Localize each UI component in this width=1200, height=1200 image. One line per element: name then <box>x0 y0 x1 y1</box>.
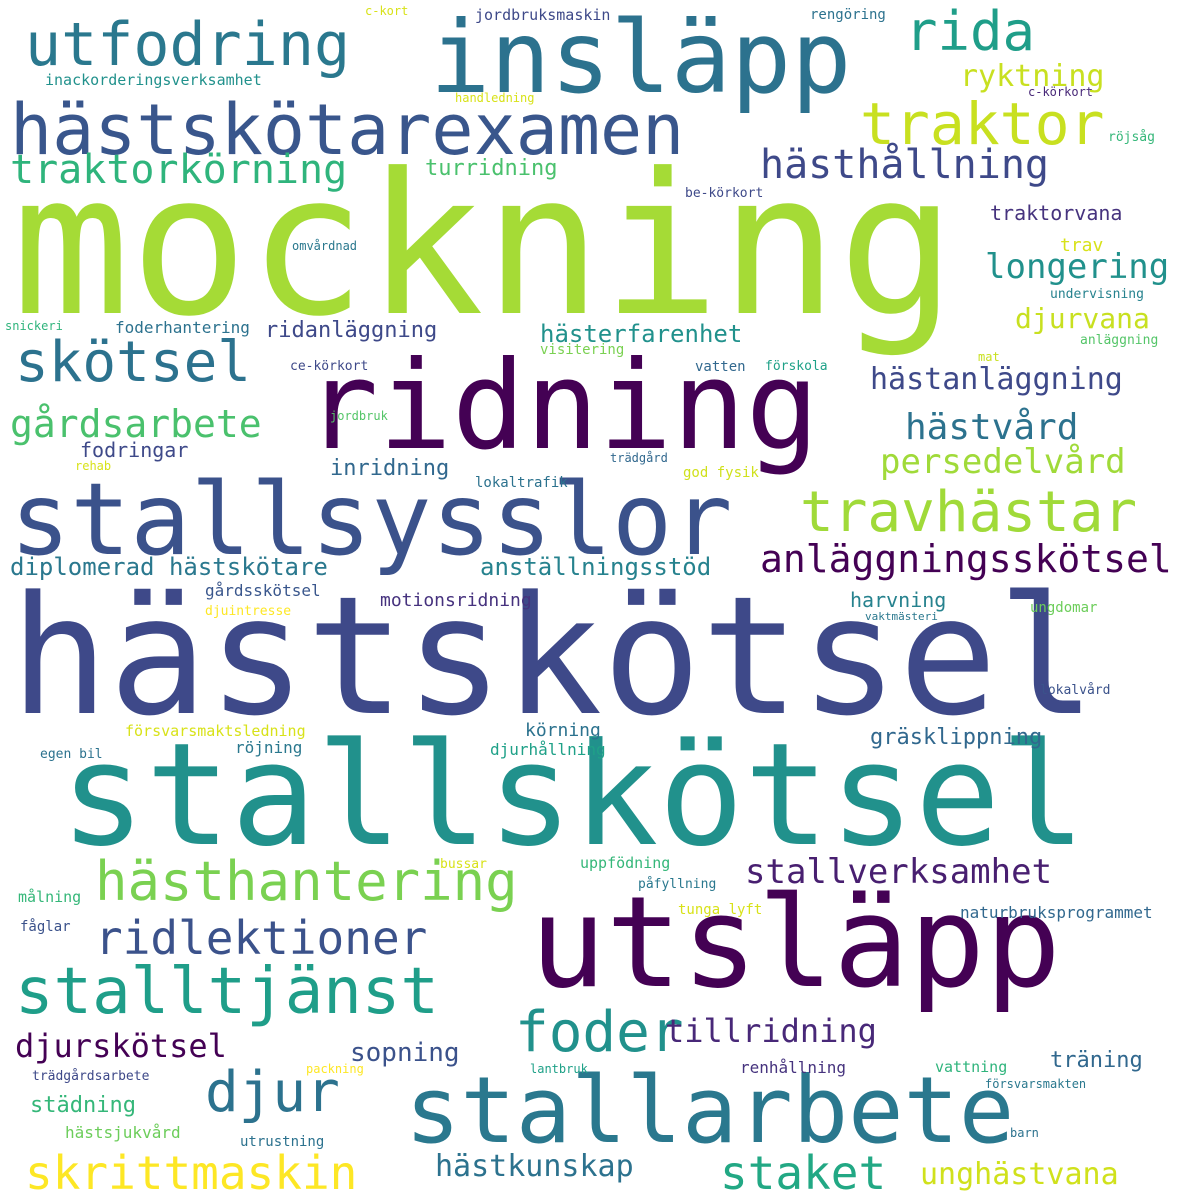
word-stallverksamhet: stallverksamhet <box>745 852 1053 892</box>
word-hastsjukvard: hästsjukvård <box>65 1123 181 1142</box>
word-be-korkort: be-körkort <box>685 186 764 201</box>
word-traning: träning <box>1050 1048 1143 1073</box>
word-foderhantering: foderhantering <box>115 318 250 337</box>
word-rengoring: rengöring <box>810 7 886 23</box>
word-handledning: handledning <box>455 91 535 105</box>
word-omvardnad: omvårdnad <box>292 239 358 253</box>
word-harvning: harvning <box>850 588 947 612</box>
word-mat: mat <box>978 350 1000 364</box>
word-vaktmasteri: vaktmästeri <box>865 610 938 623</box>
word-pafyllning: påfyllning <box>638 877 717 892</box>
word-undervisning: undervisning <box>1050 287 1144 302</box>
word-renhallning: renhållning <box>740 1058 846 1077</box>
word-stalltjanst: stalltjänst <box>15 955 439 1029</box>
word-travhastar: travhästar <box>800 480 1138 545</box>
word-lokalvard: lokalvård <box>1040 683 1111 698</box>
word-foder: foder <box>515 1000 684 1065</box>
word-jordbruk: jordbruk <box>330 409 388 423</box>
word-grasklippning: gräsklippning <box>870 725 1043 750</box>
word-egen-bil: egen bil <box>40 747 103 762</box>
word-snickeri: snickeri <box>5 319 63 333</box>
word-diplomerad-hastskotare: diplomerad hästskötare <box>10 553 328 581</box>
word-jordbruksmaskin: jordbruksmaskin <box>475 6 611 24</box>
word-turridning: turridning <box>425 156 558 181</box>
word-vatten: vatten <box>695 359 746 375</box>
word-god-fysik: god fysik <box>683 465 759 481</box>
word-rida: rida <box>905 0 1036 63</box>
word-visitering: visitering <box>540 342 625 358</box>
word-utfodring: utfodring <box>25 10 351 80</box>
word-utslapp: utsläpp <box>530 869 1062 1016</box>
word-lantbruk: lantbruk <box>530 1062 588 1076</box>
word-anlaggningsskotsel: anläggningsskötsel <box>760 537 1172 581</box>
word-inackorderingsverksamhet: inackorderingsverksamhet <box>45 71 262 89</box>
word-hastkunskap: hästkunskap <box>435 1149 634 1184</box>
word-trav: trav <box>1060 235 1104 256</box>
word-anlaggning: anläggning <box>1080 333 1159 348</box>
word-vattning: vattning <box>935 1058 1008 1076</box>
word-tradgard: trädgård <box>610 451 668 465</box>
word-hastanlaggning: hästanläggning <box>870 362 1123 397</box>
word-bussar: bussar <box>440 857 487 872</box>
word-sopning: sopning <box>350 1038 460 1068</box>
word-skrittmaskin: skrittmaskin <box>25 1146 358 1200</box>
word-lokaltrafik: lokaltrafik <box>475 475 568 491</box>
word-rehab: rehab <box>75 459 112 473</box>
word-uppfodning: uppfödning <box>580 854 671 872</box>
word-gardsskotsel: gårdsskötsel <box>205 581 321 600</box>
word-fodringar: fodringar <box>80 438 189 462</box>
word-hastvard: hästvård <box>905 407 1079 448</box>
word-djurskotsel: djurskötsel <box>15 1027 227 1065</box>
word-stallarbete: stallarbete <box>405 1057 1015 1164</box>
word-ce-korkort: ce-körkort <box>290 359 369 374</box>
word-tunga-lyft: tunga lyft <box>678 902 763 918</box>
word-traktorkorning: traktorkörning <box>10 147 348 193</box>
word-motionsridning: motionsridning <box>380 590 532 611</box>
word-djurvana: djurvana <box>1015 302 1150 335</box>
word-forsvarsmakten: försvarsmakten <box>985 1077 1087 1091</box>
word-tradgardsarbete: trädgårdsarbete <box>32 1069 150 1084</box>
word-c-kort: c-kort <box>365 4 409 18</box>
word-rojsag: röjsåg <box>1108 130 1155 145</box>
word-ridanlaggning: ridanläggning <box>265 318 438 343</box>
word-anstallningsstod: anställningsstöd <box>480 553 712 581</box>
word-rojning: röjning <box>235 738 303 757</box>
word-ridlektioner: ridlektioner <box>95 911 428 965</box>
word-korning: körning <box>525 720 601 741</box>
word-packning: packning <box>306 1062 364 1076</box>
word-inridning: inridning <box>330 456 450 481</box>
word-faglar: fåglar <box>20 919 71 935</box>
word-traktorvana: traktorvana <box>990 201 1123 225</box>
word-stadning: städning <box>30 1093 136 1118</box>
word-persedelvard: persedelvård <box>880 442 1126 482</box>
word-malning: målning <box>18 888 82 906</box>
word-staket: staket <box>720 1146 887 1200</box>
word-tillridning: tillridning <box>665 1012 877 1050</box>
word-utrustning: utrustning <box>240 1134 325 1150</box>
word-unghastvana: unghästvana <box>920 1157 1119 1192</box>
word-ungdomar: ungdomar <box>1030 600 1098 616</box>
word-c-korkort: c-körkort <box>1028 85 1094 99</box>
word-djuintresse: djuintresse <box>205 604 292 619</box>
word-naturbruksprogrammet: naturbruksprogrammet <box>960 903 1153 922</box>
word-forsvarsmaktsledning: försvarsmaktsledning <box>125 722 306 740</box>
word-skotsel: skötsel <box>15 330 252 395</box>
word-barn: barn <box>1010 1126 1039 1140</box>
word-forskola: förskola <box>765 359 828 374</box>
word-djurhallning: djurhållning <box>490 740 606 759</box>
word-hasthallning: hästhållning <box>760 142 1049 188</box>
word-cloud: mockning hästskötsel stallskötsel ridning ut… <box>0 0 1200 1200</box>
